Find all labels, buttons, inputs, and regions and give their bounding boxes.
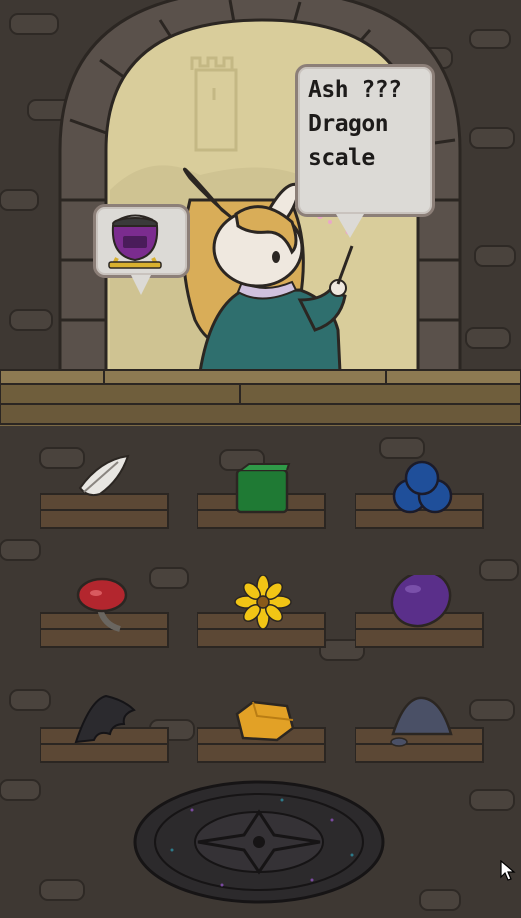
cauldron-icon (108, 214, 162, 269)
recipe-hint-text: Ash ??? Dragon scale (308, 77, 402, 171)
recipe-speech-bubble: Ash ??? Dragon scale (295, 64, 435, 238)
blueberries-icon (392, 460, 453, 514)
shop-window-scene (0, 0, 521, 426)
summoning-circle-icon[interactable] (132, 780, 387, 905)
ingredient-green-cube[interactable] (197, 440, 327, 535)
ingredient-purple-egg[interactable] (355, 575, 485, 670)
ingredient-red-mushroom[interactable] (40, 575, 170, 670)
thought-bubble-tail (131, 275, 151, 295)
ingredient-yellow-flower[interactable] (197, 575, 327, 670)
cauldron-thought-bubble (93, 204, 190, 295)
ingredient-bat-wing[interactable] (40, 690, 170, 785)
speech-bubble-tail (336, 214, 364, 238)
green-cube-icon (235, 463, 291, 514)
ingredient-feather[interactable] (40, 440, 170, 535)
ingredient-ash-pile[interactable] (355, 690, 485, 785)
feather-icon (78, 454, 130, 497)
gold-nugget-icon (235, 700, 295, 742)
mouse-cursor-icon (500, 860, 516, 881)
ingredient-blueberries[interactable] (355, 440, 485, 535)
ingredient-gold-nugget[interactable] (197, 690, 327, 785)
